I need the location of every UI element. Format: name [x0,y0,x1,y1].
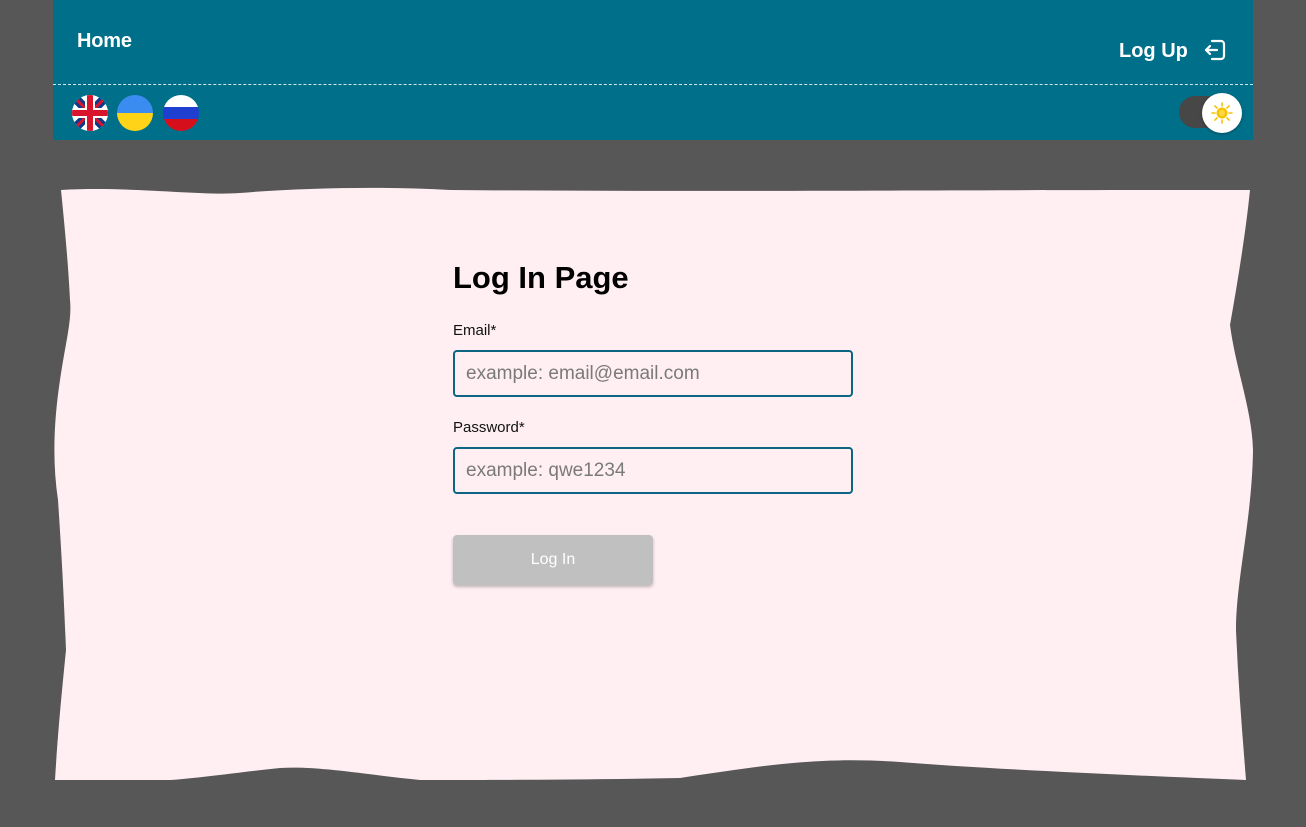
russia-flag-icon[interactable] [163,95,199,131]
uk-flag-icon[interactable] [72,95,108,131]
password-label: Password* [453,419,525,436]
page-title: Log In Page [453,260,629,295]
top-navigation: Home Log Up [53,0,1253,140]
theme-toggle[interactable] [1177,93,1243,133]
email-field[interactable] [453,350,853,397]
header-divider [53,84,1253,85]
toggle-knob [1202,93,1242,133]
login-arrow-icon[interactable] [1203,38,1227,62]
sun-icon [1211,102,1233,124]
home-link[interactable]: Home [77,30,132,53]
log-in-button[interactable]: Log In [453,535,653,585]
log-up-link[interactable]: Log Up [1119,40,1188,63]
password-field[interactable] [453,447,853,494]
email-label: Email* [453,322,497,339]
ukraine-flag-icon[interactable] [117,95,153,131]
